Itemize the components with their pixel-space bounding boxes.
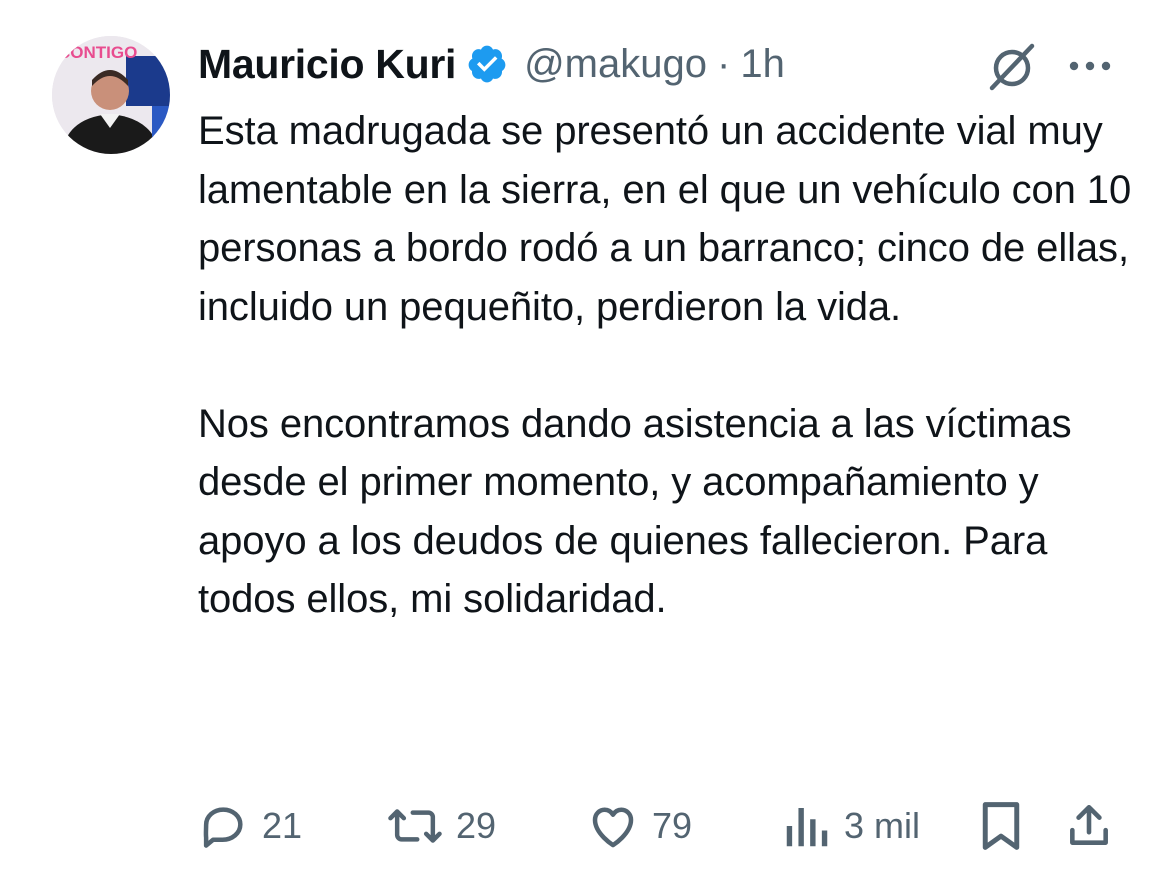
reply-icon — [203, 807, 243, 848]
tweet-text: Esta madrugada se presentó un accidente … — [198, 102, 1138, 629]
more-icon[interactable] — [1066, 44, 1114, 84]
reply-button[interactable]: 21 — [196, 798, 302, 854]
like-count: 79 — [652, 805, 693, 846]
verified-badge-icon — [468, 45, 506, 83]
avatar[interactable]: CONTIGO — [52, 36, 170, 154]
action-bar: 21 29 79 3 mil — [196, 798, 1116, 854]
bookmark-button[interactable] — [976, 798, 1026, 854]
views-button[interactable]: 3 mil — [782, 798, 920, 854]
repost-icon — [388, 809, 442, 843]
header-separator: · — [717, 41, 731, 86]
heart-icon — [592, 807, 634, 848]
tweet: CONTIGO Mauricio Kuri @makugo · 1h Esta … — [0, 0, 1170, 871]
avatar-brand-text: CONTIGO — [58, 43, 137, 62]
avatar-image: CONTIGO — [52, 36, 170, 154]
like-button[interactable]: 79 — [586, 798, 692, 854]
grok-icon[interactable] — [984, 38, 1040, 94]
author-handle[interactable]: @makugo — [524, 42, 707, 87]
views-icon — [786, 808, 828, 847]
repost-button[interactable]: 29 — [386, 798, 496, 854]
tweet-time[interactable]: 1h — [740, 42, 785, 87]
reply-count: 21 — [262, 805, 303, 846]
tweet-paragraph: Nos encontramos dando asistencia a las v… — [198, 401, 1072, 622]
views-count: 3 mil — [844, 805, 921, 846]
bookmark-icon — [982, 802, 1020, 850]
tweet-header: Mauricio Kuri @makugo · 1h — [198, 40, 785, 88]
tweet-paragraph: Esta madrugada se presentó un accidente … — [198, 109, 1132, 329]
share-button[interactable] — [1064, 798, 1114, 854]
share-icon — [1070, 804, 1108, 845]
author-name[interactable]: Mauricio Kuri — [198, 41, 456, 88]
repost-count: 29 — [456, 805, 497, 846]
